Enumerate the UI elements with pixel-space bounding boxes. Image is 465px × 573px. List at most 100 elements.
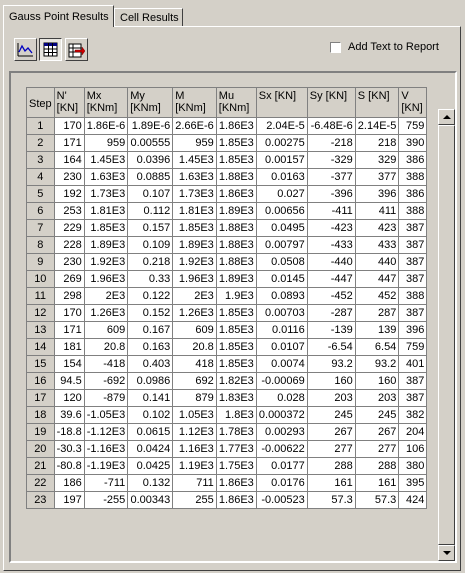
table-cell[interactable]: 0.107 xyxy=(127,185,174,203)
table-cell[interactable]: 1.8E3 xyxy=(215,406,257,424)
row-step-cell[interactable]: 13 xyxy=(26,321,55,339)
table-cell[interactable]: 388 xyxy=(398,287,428,305)
table-cell[interactable]: -411 xyxy=(306,202,356,220)
table-cell[interactable]: 154 xyxy=(53,355,85,373)
table-row[interactable]: 8 228 1.89E3 0.109 1.89E3 1.88E3 0.00797 -433 43… xyxy=(26,236,428,254)
table-row[interactable]: 12 170 1.26E3 0.152 1.26E3 1.85E3 0.00703 -287 2… xyxy=(26,304,428,322)
table-cell[interactable]: 1.88E3 xyxy=(215,236,257,254)
column-header[interactable]: Sx [KN] xyxy=(255,87,308,118)
export-button[interactable] xyxy=(65,38,88,61)
table-row[interactable]: 10 269 1.96E3 0.33 1.96E3 1.89E3 0.0145 -447 447… xyxy=(26,270,428,288)
table-cell[interactable]: -433 xyxy=(306,236,356,254)
table-cell[interactable]: -692 xyxy=(83,372,129,390)
table-cell[interactable]: 277 xyxy=(354,440,400,458)
table-cell[interactable]: 2.14E-5 xyxy=(354,117,400,135)
row-step-cell[interactable]: 18 xyxy=(26,406,55,424)
row-step-cell[interactable]: 7 xyxy=(26,219,55,237)
table-cell[interactable]: 0.0396 xyxy=(127,151,174,169)
table-cell[interactable]: 1.88E3 xyxy=(215,253,257,271)
table-cell[interactable]: 1.89E3 xyxy=(215,270,257,288)
table-cell[interactable]: 1.86E3 xyxy=(215,474,257,492)
table-cell[interactable]: 1.82E3 xyxy=(215,372,257,390)
table-cell[interactable]: 1.45E3 xyxy=(83,151,129,169)
table-cell[interactable]: -30.3 xyxy=(53,440,85,458)
table-cell[interactable]: 440 xyxy=(354,253,400,271)
table-cell[interactable]: 1.89E-6 xyxy=(127,117,174,135)
table-cell[interactable]: 1.45E3 xyxy=(172,151,217,169)
table-cell[interactable]: 396 xyxy=(354,185,400,203)
table-row[interactable]: 14 181 20.8 0.163 20.8 1.85E3 0.0107 -6.54 6.54 7… xyxy=(26,338,428,356)
table-cell[interactable]: -1.16E3 xyxy=(83,440,129,458)
table-cell[interactable]: 1.85E3 xyxy=(83,219,129,237)
table-cell[interactable]: 387 xyxy=(398,219,428,237)
table-cell[interactable]: 57.3 xyxy=(354,491,400,509)
table-cell[interactable]: -218 xyxy=(306,134,356,152)
table-cell[interactable]: 230 xyxy=(53,253,85,271)
table-cell[interactable]: 0.0074 xyxy=(255,355,308,373)
table-cell[interactable]: 204 xyxy=(398,423,428,441)
row-step-cell[interactable]: 23 xyxy=(26,491,55,509)
table-row[interactable]: 4 230 1.63E3 0.0885 1.63E3 1.88E3 0.0163 -377 37… xyxy=(26,168,428,186)
scroll-thumb[interactable] xyxy=(438,125,455,545)
table-cell[interactable]: 395 xyxy=(398,474,428,492)
table-cell[interactable]: 0.0163 xyxy=(255,168,308,186)
column-header[interactable]: Sy [KN] xyxy=(306,87,356,118)
table-row[interactable]: 6 253 1.81E3 0.112 1.81E3 1.89E3 0.00656 -411 41… xyxy=(26,202,428,220)
table-row[interactable]: 3 164 1.45E3 0.0396 1.45E3 1.85E3 0.00157 -329 3… xyxy=(26,151,428,169)
table-cell[interactable]: 267 xyxy=(354,423,400,441)
table-cell[interactable]: 0.141 xyxy=(127,389,174,407)
table-cell[interactable]: 452 xyxy=(354,287,400,305)
table-cell[interactable]: 161 xyxy=(306,474,356,492)
table-cell[interactable]: -452 xyxy=(306,287,356,305)
table-cell[interactable]: 711 xyxy=(172,474,217,492)
table-cell[interactable]: 0.00293 xyxy=(255,423,308,441)
table-cell[interactable]: 0.218 xyxy=(127,253,174,271)
column-header[interactable]: My [KNm] xyxy=(127,87,174,118)
table-cell[interactable]: 329 xyxy=(354,151,400,169)
table-cell[interactable]: 0.000372 xyxy=(255,406,308,424)
table-cell[interactable]: 759 xyxy=(398,117,428,135)
table-cell[interactable]: 0.163 xyxy=(127,338,174,356)
table-cell[interactable]: 401 xyxy=(398,355,428,373)
column-header[interactable]: M [KNm] xyxy=(172,87,217,118)
table-cell[interactable]: 1.73E3 xyxy=(172,185,217,203)
table-cell[interactable]: 0.0495 xyxy=(255,219,308,237)
table-row[interactable]: 1 170 1.86E-6 1.89E-6 2.66E-6 1.86E3 2.04E-5 -6… xyxy=(26,117,428,135)
table-cell[interactable]: 0.0176 xyxy=(255,474,308,492)
table-cell[interactable]: 0.167 xyxy=(127,321,174,339)
table-cell[interactable]: 1.16E3 xyxy=(172,440,217,458)
table-cell[interactable]: 388 xyxy=(398,202,428,220)
table-cell[interactable]: 396 xyxy=(398,321,428,339)
table-cell[interactable]: 245 xyxy=(354,406,400,424)
row-step-cell[interactable]: 15 xyxy=(26,355,55,373)
row-step-cell[interactable]: 20 xyxy=(26,440,55,458)
table-cell[interactable]: 230 xyxy=(53,168,85,186)
table-cell[interactable]: 93.2 xyxy=(306,355,356,373)
table-cell[interactable]: 181 xyxy=(53,338,85,356)
column-header[interactable]: Step xyxy=(26,87,55,118)
table-cell[interactable]: -1.12E3 xyxy=(83,423,129,441)
table-cell[interactable]: 0.0893 xyxy=(255,287,308,305)
table-cell[interactable]: -287 xyxy=(306,304,356,322)
table-cell[interactable]: 1.26E3 xyxy=(172,304,217,322)
table-cell[interactable]: 0.0424 xyxy=(127,440,174,458)
table-cell[interactable]: 1.88E3 xyxy=(215,219,257,237)
scroll-up-button[interactable] xyxy=(438,109,455,125)
table-cell[interactable]: 1.85E3 xyxy=(172,219,217,237)
results-grid[interactable]: Step N' [KN] Mx [KNm] My [KNm] M [KNm] Mu [KNm] Sx … xyxy=(26,87,440,561)
table-cell[interactable]: 1.85E3 xyxy=(215,304,257,322)
row-step-cell[interactable]: 1 xyxy=(26,117,55,135)
table-cell[interactable]: 218 xyxy=(354,134,400,152)
table-cell[interactable]: 1.9E3 xyxy=(215,287,257,305)
table-cell[interactable]: 94.5 xyxy=(53,372,85,390)
table-cell[interactable]: 170 xyxy=(53,304,85,322)
chart-view-button[interactable] xyxy=(14,38,37,61)
table-cell[interactable]: 0.102 xyxy=(127,406,174,424)
row-step-cell[interactable]: 17 xyxy=(26,389,55,407)
table-row[interactable]: 5 192 1.73E3 0.107 1.73E3 1.86E3 0.027 -396 396 3… xyxy=(26,185,428,203)
table-cell[interactable]: 0.0615 xyxy=(127,423,174,441)
table-cell[interactable]: -0.00069 xyxy=(255,372,308,390)
table-cell[interactable]: 0.122 xyxy=(127,287,174,305)
table-cell[interactable]: 160 xyxy=(354,372,400,390)
table-cell[interactable]: 0.00157 xyxy=(255,151,308,169)
